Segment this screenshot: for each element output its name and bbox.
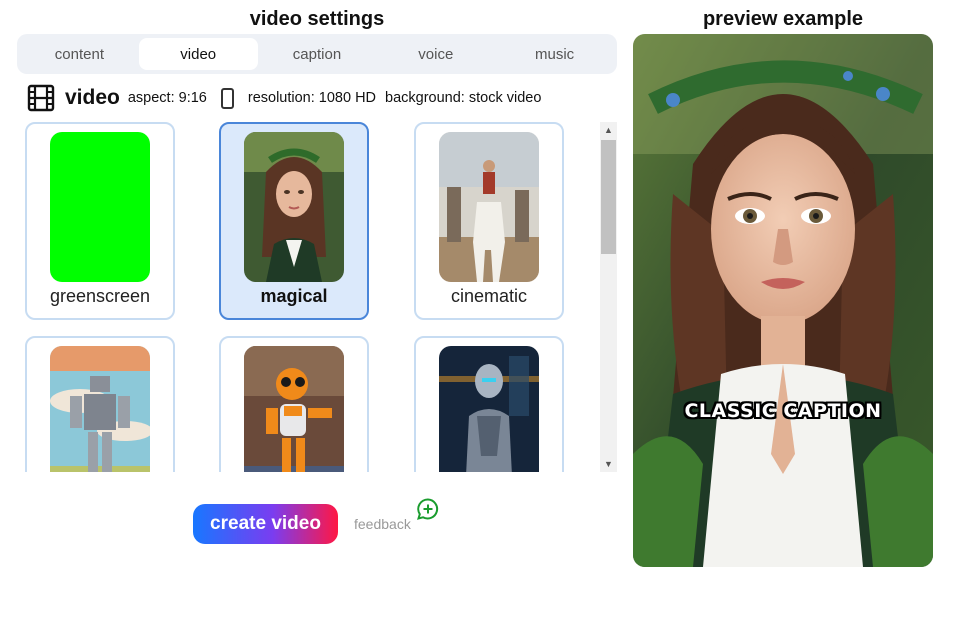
background-label: background: stock video — [385, 90, 542, 106]
tab-video[interactable]: video — [138, 38, 258, 70]
resolution-label: resolution: 1080 HD — [247, 90, 377, 106]
style-grid: greenscreen magical cinematic — [17, 122, 600, 472]
feedback-link[interactable]: feedback — [354, 516, 411, 532]
tab-voice[interactable]: voice — [376, 38, 495, 70]
create-video-button[interactable]: create video — [193, 504, 338, 544]
phone-outline-icon — [220, 87, 234, 109]
tab-caption[interactable]: caption — [258, 38, 377, 70]
style-card-cartoon-robot[interactable] — [219, 336, 369, 472]
settings-title: video settings — [249, 8, 385, 30]
style-grid-scrollbar[interactable]: ▲ ▼ — [600, 122, 617, 472]
film-icon — [27, 84, 55, 112]
style-card-label: cinematic — [450, 286, 528, 306]
scroll-up-arrow-icon[interactable]: ▲ — [600, 122, 617, 138]
style-card-greenscreen[interactable]: greenscreen — [25, 122, 175, 320]
cinematic-thumbnail — [439, 132, 539, 282]
greenscreen-thumbnail — [50, 132, 150, 282]
pixel-robot-thumbnail — [50, 346, 150, 472]
preview-image: CLASSIC CAPTION — [633, 34, 933, 567]
aspect-label: aspect: 9:16 — [127, 90, 207, 106]
cyber-robot-thumbnail — [439, 346, 539, 472]
magical-thumbnail — [244, 132, 344, 282]
preview-caption: CLASSIC CAPTION — [684, 400, 882, 422]
info-title: video — [65, 86, 120, 109]
scroll-down-arrow-icon[interactable]: ▼ — [600, 456, 617, 472]
style-card-pixel-robot[interactable] — [25, 336, 175, 472]
scrollbar-thumb[interactable] — [601, 140, 616, 254]
style-card-label: magical — [260, 286, 328, 306]
style-card-cinematic[interactable]: cinematic — [414, 122, 564, 320]
cartoon-robot-thumbnail — [244, 346, 344, 472]
style-card-label: greenscreen — [49, 286, 151, 306]
chat-plus-icon[interactable] — [416, 497, 440, 521]
settings-tabs: content video caption voice music — [17, 34, 617, 74]
tab-content[interactable]: content — [20, 38, 139, 70]
style-card-cyber-robot[interactable] — [414, 336, 564, 472]
tab-music[interactable]: music — [495, 38, 614, 70]
video-info-bar: video aspect: 9:16 resolution: 1080 HD b… — [27, 84, 541, 112]
style-card-magical[interactable]: magical — [219, 122, 369, 320]
preview-title: preview example — [702, 8, 864, 30]
